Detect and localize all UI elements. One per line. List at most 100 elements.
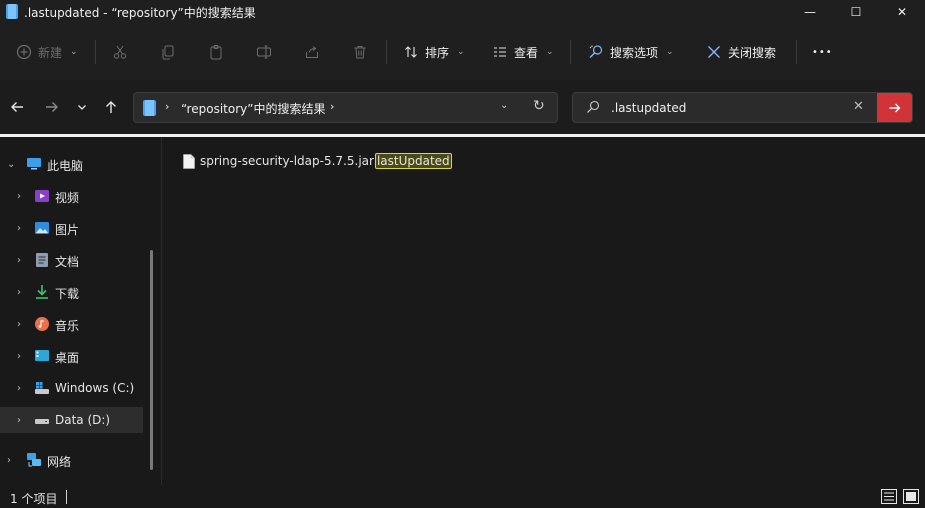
sort-button[interactable]: 排序 ⌄: [403, 39, 465, 65]
up-button[interactable]: [101, 97, 121, 117]
refresh-icon[interactable]: ↻: [533, 98, 545, 114]
close-window-button[interactable]: ✕: [879, 0, 925, 24]
address-bar[interactable]: › “repository”中的搜索结果 › ⌄ ↻: [133, 92, 558, 123]
list-item[interactable]: spring-security-ldap-5.7.5.jar lastUpdate…: [183, 151, 452, 171]
folder-icon: [6, 4, 18, 19]
documents-icon: [36, 253, 48, 267]
chevron-down-icon: ⌄: [457, 47, 465, 57]
sidebar-item-drive-c[interactable]: › Windows (C:): [0, 375, 143, 401]
close-search-button[interactable]: 关闭搜索: [706, 39, 776, 65]
address-row: › “repository”中的搜索结果 › ⌄ ↻ ✕: [0, 80, 925, 134]
share-button[interactable]: [304, 39, 320, 65]
sidebar-item-pictures[interactable]: › 图片: [0, 215, 143, 241]
arrow-left-icon: [11, 102, 23, 112]
sidebar-item-label: 此电脑: [47, 159, 84, 173]
file-name: spring-security-ldap-5.7.5.jar: [200, 154, 374, 168]
arrow-right-icon: [46, 102, 58, 112]
back-button[interactable]: [7, 97, 27, 117]
sidebar-item-drive-d[interactable]: › Data (D:): [0, 407, 143, 433]
pictures-icon: [35, 222, 49, 234]
view-label: 查看: [514, 45, 539, 60]
chevron-down-icon: ⌄: [70, 47, 78, 57]
sidebar-item-label: Data (D:): [55, 413, 111, 427]
delete-button[interactable]: [352, 39, 368, 65]
status-divider: [66, 490, 67, 504]
paste-button[interactable]: [208, 39, 224, 65]
search-icon: [587, 100, 600, 113]
search-input[interactable]: [611, 98, 841, 118]
computer-icon: [27, 158, 41, 170]
new-label: 新建: [38, 45, 63, 60]
maximize-icon: ☐: [850, 5, 862, 19]
sidebar-item-music[interactable]: › 音乐: [0, 311, 143, 337]
plus-circle-icon: [16, 44, 32, 60]
close-search-icon: [708, 46, 720, 58]
sidebar-item-downloads[interactable]: › 下载: [0, 279, 143, 305]
sidebar-item-this-pc[interactable]: ⌄ 此电脑: [0, 151, 143, 177]
chevron-expanded-icon[interactable]: ⌄: [7, 159, 15, 170]
copy-icon: [162, 45, 174, 60]
command-bar: 新建 ⌄ 排序 ⌄ 查看 ⌄ 搜索选项 ⌄ 关闭搜索 •••: [0, 24, 925, 80]
more-options-button[interactable]: •••: [812, 39, 833, 65]
chevron-right-icon[interactable]: ›: [17, 383, 21, 394]
chevron-right-icon[interactable]: ›: [17, 223, 21, 234]
chevron-right-icon[interactable]: ›: [17, 351, 21, 362]
rename-button[interactable]: [256, 39, 272, 65]
minimize-icon: —: [804, 5, 816, 19]
cut-button[interactable]: [112, 39, 128, 65]
breadcrumb-path[interactable]: “repository”中的搜索结果: [181, 100, 325, 117]
maximize-button[interactable]: ☐: [833, 0, 879, 24]
sidebar-item-label: 网络: [47, 455, 72, 469]
status-bar: 1 个项目: [0, 485, 925, 508]
desktop-icon: [35, 350, 49, 361]
new-button[interactable]: 新建 ⌄: [16, 39, 78, 65]
sidebar-item-videos[interactable]: › 视频: [0, 183, 143, 209]
sidebar-item-label: 下载: [55, 287, 80, 301]
chevron-down-icon: [78, 105, 86, 110]
breadcrumb-separator-icon[interactable]: ›: [330, 100, 334, 113]
clipboard-icon: [210, 45, 222, 60]
view-list-icon: [494, 47, 506, 57]
arrow-right-icon: [889, 103, 900, 112]
chevron-right-icon[interactable]: ›: [7, 455, 11, 466]
sidebar-item-label: 视频: [55, 191, 80, 205]
search-box[interactable]: ✕: [572, 92, 913, 123]
rename-icon: [257, 45, 271, 59]
chevron-right-icon[interactable]: ›: [17, 255, 21, 266]
chevron-down-icon: ⌄: [546, 47, 554, 57]
sidebar-item-label: 桌面: [55, 351, 80, 365]
more-icon: •••: [812, 46, 833, 58]
search-options-button[interactable]: 搜索选项 ⌄: [588, 39, 674, 65]
close-icon: ✕: [896, 5, 908, 19]
search-folder-icon: [143, 100, 156, 116]
sidebar-item-documents[interactable]: › 文档: [0, 247, 143, 273]
details-view-button[interactable]: [881, 489, 897, 504]
breadcrumb-separator-icon: ›: [165, 100, 170, 113]
sidebar-scrollbar[interactable]: [150, 250, 153, 470]
search-options-label: 搜索选项: [610, 45, 659, 60]
view-button[interactable]: 查看 ⌄: [492, 39, 554, 65]
window-title: .lastupdated - “repository”中的搜索结果: [24, 6, 256, 20]
drive-c-icon: [35, 382, 49, 394]
large-icons-view-button[interactable]: [903, 489, 919, 504]
sidebar-item-label: 文档: [55, 255, 80, 269]
sidebar-item-desktop[interactable]: › 桌面: [0, 343, 143, 369]
address-dropdown-icon[interactable]: ⌄: [500, 100, 508, 111]
chevron-down-icon: ⌄: [666, 47, 674, 57]
title-bar: .lastupdated - “repository”中的搜索结果 — ☐ ✕: [0, 0, 925, 24]
chevron-right-icon[interactable]: ›: [17, 191, 21, 202]
sidebar-item-label: 音乐: [55, 319, 80, 333]
recent-locations-button[interactable]: [72, 97, 92, 117]
minimize-button[interactable]: —: [787, 0, 833, 24]
chevron-right-icon[interactable]: ›: [17, 319, 21, 330]
clear-search-icon[interactable]: ✕: [853, 99, 864, 114]
forward-button[interactable]: [42, 97, 62, 117]
file-icon: [183, 153, 195, 169]
toolbar-divider: [95, 40, 96, 64]
copy-button[interactable]: [160, 39, 176, 65]
chevron-right-icon[interactable]: ›: [17, 415, 21, 426]
search-match-highlight: lastUpdated: [374, 153, 452, 169]
sidebar-item-network[interactable]: › 网络: [0, 447, 143, 473]
chevron-right-icon[interactable]: ›: [17, 287, 21, 298]
search-go-button[interactable]: [877, 93, 912, 122]
